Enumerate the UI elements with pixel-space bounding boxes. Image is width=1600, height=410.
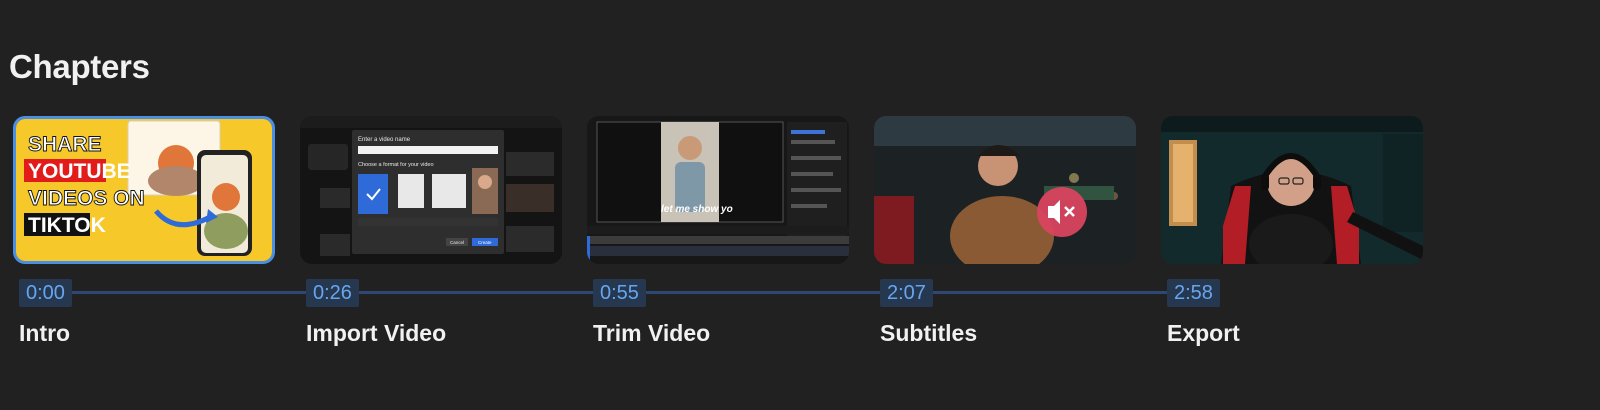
dialog-title: Enter a video name xyxy=(358,137,411,143)
chapter-item-import-video[interactable]: Enter a video name Choose a format for y… xyxy=(300,116,562,346)
chapter-thumbnail[interactable]: SHARE YOUTUBE VIDEOS ON TIKTOK xyxy=(13,116,275,264)
chapter-title[interactable]: Import Video xyxy=(306,320,446,347)
thumbnail-image-streamer xyxy=(1161,116,1423,264)
thumbnail-caption: let me show yo xyxy=(661,204,733,215)
chapter-timestamp[interactable]: 2:07 xyxy=(880,279,933,307)
thumbnail-image-share-youtube: SHARE YOUTUBE VIDEOS ON TIKTOK xyxy=(16,119,272,261)
chapter-thumbnail[interactable] xyxy=(1161,116,1423,264)
chapter-item-export[interactable]: 2:58 Export xyxy=(1161,116,1423,346)
thumbnail-text-tiktok: TIKTOK xyxy=(28,214,106,237)
thumbnail-text-videos-on: VIDEOS ON xyxy=(28,187,145,210)
chapter-title[interactable]: Intro xyxy=(19,320,70,347)
chapter-item-subtitles[interactable]: 2:07 Subtitles xyxy=(874,116,1136,346)
chapter-title[interactable]: Subtitles xyxy=(880,320,977,347)
chapter-thumbnail[interactable] xyxy=(874,116,1136,264)
chapters-panel: Chapters SHARE YOUTUBE VIDEOS ON TIKTOK … xyxy=(0,0,1600,410)
chapter-item-intro[interactable]: SHARE YOUTUBE VIDEOS ON TIKTOK 0:00 Intr… xyxy=(13,116,275,346)
chapters-heading: Chapters xyxy=(9,48,150,85)
chapter-timestamp[interactable]: 0:26 xyxy=(306,279,359,307)
dialog-cancel-label: Cancel xyxy=(450,240,464,245)
dialog-create-label: Create xyxy=(478,240,492,245)
chapter-item-trim-video[interactable]: let me show yo 0:55 Trim Video xyxy=(587,116,849,346)
chapter-thumbnail[interactable]: Enter a video name Choose a format for y… xyxy=(300,116,562,264)
chapter-timestamp[interactable]: 0:00 xyxy=(19,279,72,307)
chapter-timestamp[interactable]: 0:55 xyxy=(593,279,646,307)
chapter-title[interactable]: Trim Video xyxy=(593,320,710,347)
thumbnail-image-editor-dialog: Enter a video name Choose a format for y… xyxy=(300,116,562,264)
dialog-subtitle: Choose a format for your video xyxy=(358,162,434,168)
thumbnail-image-trim-editor: let me show yo xyxy=(587,116,849,264)
thumbnail-image-bus-passenger xyxy=(874,116,1136,264)
thumbnail-text-share: SHARE xyxy=(28,133,102,156)
chapter-thumbnail[interactable]: let me show yo xyxy=(587,116,849,264)
thumbnail-text-youtube: YOUTUBE xyxy=(28,160,131,183)
chapter-timestamp[interactable]: 2:58 xyxy=(1167,279,1220,307)
chapter-title[interactable]: Export xyxy=(1167,320,1240,347)
